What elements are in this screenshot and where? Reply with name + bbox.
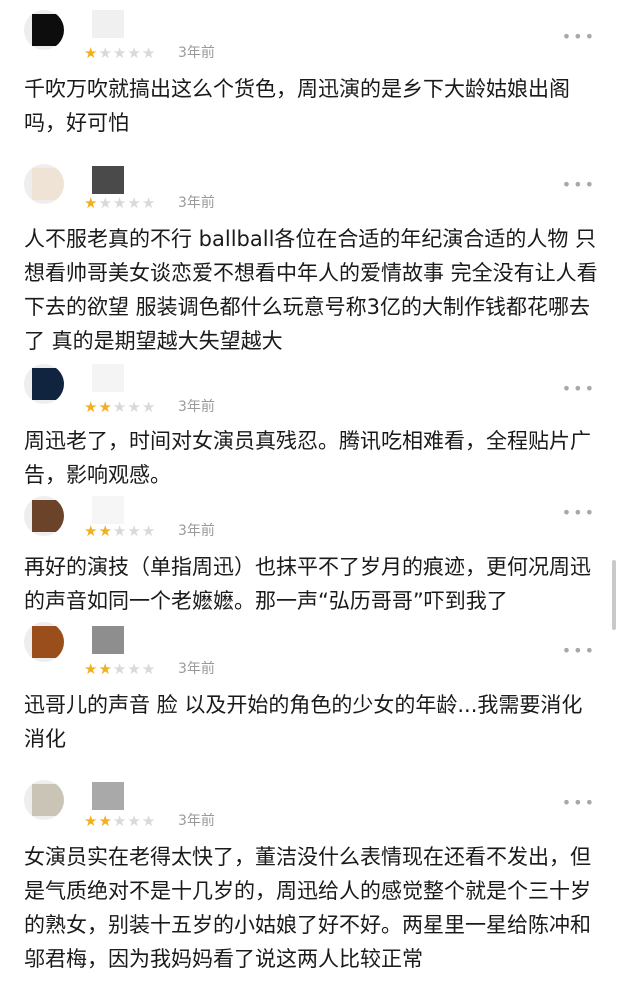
review-text: 迅哥儿的声音 脸 以及开始的角色的少女的年龄...我需要消化消化 xyxy=(24,693,583,751)
star-empty-icon: ★ xyxy=(127,660,142,678)
star-filled-icon: ★ xyxy=(98,398,113,416)
star-filled-icon: ★ xyxy=(84,194,99,212)
avatar[interactable] xyxy=(24,164,64,204)
star-rating: ★★★★★ xyxy=(84,194,156,212)
star-filled-icon: ★ xyxy=(98,522,113,540)
username-mosaic xyxy=(92,364,124,392)
username-blurred[interactable] xyxy=(92,782,132,810)
username-mosaic xyxy=(92,10,124,38)
star-empty-icon: ★ xyxy=(98,194,113,212)
star-empty-icon: ★ xyxy=(112,522,128,540)
star-empty-icon: ★ xyxy=(112,194,128,212)
avatar[interactable] xyxy=(24,364,64,404)
star-empty-icon: ★ xyxy=(127,812,142,830)
avatar-image xyxy=(32,14,64,46)
star-empty-icon: ★ xyxy=(141,660,157,678)
star-filled-icon: ★ xyxy=(84,660,99,678)
star-filled-icon: ★ xyxy=(84,522,99,540)
username-mosaic xyxy=(92,782,124,810)
star-filled-icon: ★ xyxy=(84,398,99,416)
review-text: 再好的演技（单指周迅）也抹平不了岁月的痕迹，更何况周迅的声音如同一个老嬷嬷。那一… xyxy=(24,555,591,613)
more-options-icon[interactable]: ••• xyxy=(562,505,596,521)
avatar[interactable] xyxy=(24,496,64,536)
star-empty-icon: ★ xyxy=(127,44,142,62)
star-empty-icon: ★ xyxy=(112,660,128,678)
username-blurred[interactable] xyxy=(92,10,132,38)
star-filled-icon: ★ xyxy=(84,44,99,62)
review-time: 3年前 xyxy=(178,45,215,61)
star-rating: ★★★★★ xyxy=(84,812,156,830)
star-empty-icon: ★ xyxy=(127,398,142,416)
star-empty-icon: ★ xyxy=(98,44,113,62)
star-filled-icon: ★ xyxy=(98,812,113,830)
star-filled-icon: ★ xyxy=(98,660,113,678)
star-empty-icon: ★ xyxy=(141,194,157,212)
review-text: 周迅老了，时间对女演员真残忍。腾讯吃相难看，全程贴片广告，影响观感。 xyxy=(24,429,591,487)
username-mosaic xyxy=(92,166,124,194)
star-empty-icon: ★ xyxy=(112,398,128,416)
star-empty-icon: ★ xyxy=(141,44,157,62)
star-empty-icon: ★ xyxy=(112,812,128,830)
star-empty-icon: ★ xyxy=(141,522,157,540)
avatar[interactable] xyxy=(24,10,64,50)
avatar[interactable] xyxy=(24,780,64,820)
review-text: 女演员实在老得太快了，董洁没什么表情现在还看不发出，但是气质绝对不是十几岁的，周… xyxy=(24,845,591,971)
more-options-icon[interactable]: ••• xyxy=(562,643,596,659)
review-text: 人不服老真的不行 ballball各位在合适的年纪演合适的人物 只想看帅哥美女谈… xyxy=(24,227,598,353)
review-time: 3年前 xyxy=(178,399,215,415)
avatar-image xyxy=(32,168,64,200)
more-options-icon[interactable]: ••• xyxy=(562,381,596,397)
star-rating: ★★★★★ xyxy=(84,522,156,540)
username-blurred[interactable] xyxy=(92,496,132,524)
avatar-image xyxy=(32,500,64,532)
star-rating: ★★★★★ xyxy=(84,660,156,678)
avatar-image xyxy=(32,368,64,400)
more-options-icon[interactable]: ••• xyxy=(562,29,596,45)
star-empty-icon: ★ xyxy=(141,812,157,830)
star-empty-icon: ★ xyxy=(141,398,157,416)
star-empty-icon: ★ xyxy=(127,194,142,212)
username-blurred[interactable] xyxy=(92,166,132,194)
avatar-image xyxy=(32,626,64,658)
star-filled-icon: ★ xyxy=(84,812,99,830)
review-time: 3年前 xyxy=(178,813,215,829)
avatar[interactable] xyxy=(24,622,64,662)
star-rating: ★★★★★ xyxy=(84,44,156,62)
review-time: 3年前 xyxy=(178,195,215,211)
username-blurred[interactable] xyxy=(92,364,132,392)
avatar-image xyxy=(32,784,64,816)
star-empty-icon: ★ xyxy=(127,522,142,540)
review-time: 3年前 xyxy=(178,661,215,677)
star-empty-icon: ★ xyxy=(112,44,128,62)
scrollbar[interactable] xyxy=(612,560,616,630)
review-time: 3年前 xyxy=(178,523,215,539)
more-options-icon[interactable]: ••• xyxy=(562,177,596,193)
star-rating: ★★★★★ xyxy=(84,398,156,416)
username-mosaic xyxy=(92,626,124,654)
username-mosaic xyxy=(92,496,124,524)
more-options-icon[interactable]: ••• xyxy=(562,795,596,811)
username-blurred[interactable] xyxy=(92,626,132,654)
review-text: 千吹万吹就搞出这么个货色，周迅演的是乡下大龄姑娘出阁吗，好可怕 xyxy=(24,77,570,135)
